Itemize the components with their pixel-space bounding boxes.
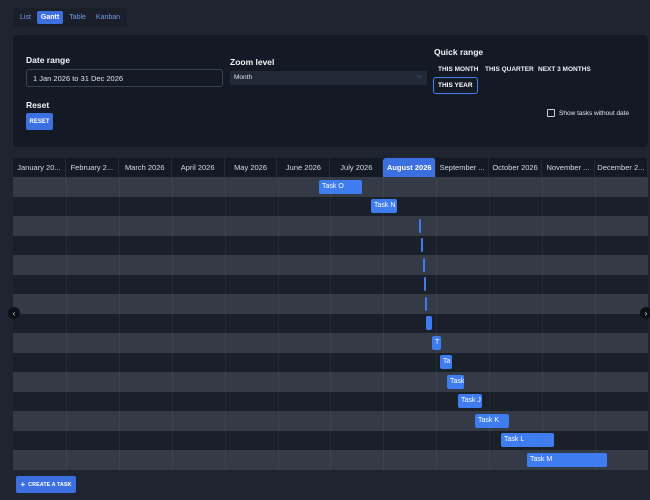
grid-line xyxy=(65,177,67,470)
tab-table[interactable]: Table xyxy=(65,11,90,24)
quick-range-this-year[interactable]: THIS YEAR xyxy=(433,77,478,94)
view-switcher: List Gantt Table Kanban xyxy=(13,8,127,27)
reset-button[interactable]: RESET xyxy=(26,113,53,130)
month-header-cell: June 2026 xyxy=(278,158,331,177)
grid-line xyxy=(383,177,385,470)
month-header-cell: May 2026 xyxy=(225,158,278,177)
task-bar[interactable]: T xyxy=(432,335,441,350)
month-header-cell: July 2026 xyxy=(330,158,384,177)
zoom-level-select[interactable]: Month ⌵ xyxy=(230,71,427,85)
month-header-cell: January 20... xyxy=(13,158,66,177)
task-bar[interactable] xyxy=(424,277,426,291)
zoom-level-value: Month xyxy=(234,74,253,81)
tab-gantt[interactable]: Gantt xyxy=(36,11,64,24)
task-bar[interactable]: Task J xyxy=(458,394,482,408)
show-tasks-without-date-toggle[interactable]: Show tasks without date xyxy=(547,109,629,117)
task-bar[interactable]: Task xyxy=(447,374,464,389)
zoom-level-label: Zoom level xyxy=(230,57,275,67)
month-header-cell: August 2026 xyxy=(383,158,437,177)
show-tasks-checkbox[interactable] xyxy=(547,109,555,117)
month-header-cell: February 2... xyxy=(66,158,119,177)
tab-list[interactable]: List xyxy=(16,11,35,24)
task-bar[interactable]: Task K xyxy=(475,413,509,428)
month-header-cell: November ... xyxy=(542,158,595,177)
month-header-cell: March 2026 xyxy=(119,158,172,177)
gantt-controls-panel: Date range 1 Jan 2026 to 31 Dec 2026 Zoo… xyxy=(13,35,648,147)
grid-line xyxy=(277,177,279,470)
task-bar[interactable]: Task L xyxy=(501,433,554,447)
grid-line xyxy=(118,177,120,470)
task-bar[interactable] xyxy=(419,218,421,233)
grid-line xyxy=(330,177,332,470)
task-bar[interactable]: Ta xyxy=(440,355,452,369)
task-bar[interactable]: Task M xyxy=(527,452,607,467)
grid-line xyxy=(224,177,226,470)
month-header-cell: September ... xyxy=(436,158,490,177)
grid-line xyxy=(171,177,173,470)
month-header: January 20... February 2... March 2026 Apri… xyxy=(13,158,648,177)
date-range-input[interactable]: 1 Jan 2026 to 31 Dec 2026 xyxy=(26,69,223,87)
reset-label: Reset xyxy=(26,100,50,110)
gantt-chart: January 20... February 2... March 2026 Apri… xyxy=(13,158,648,470)
show-tasks-label: Show tasks without date xyxy=(559,109,630,117)
chevron-right-icon[interactable]: › xyxy=(640,307,650,319)
month-header-cell: October 2026 xyxy=(489,158,542,177)
chevron-left-icon[interactable]: ‹ xyxy=(8,307,20,319)
tab-kanban[interactable]: Kanban xyxy=(92,11,124,24)
date-range-label: Date range xyxy=(26,55,70,65)
task-bar[interactable] xyxy=(421,238,423,252)
grid-line xyxy=(594,177,596,470)
quick-range-next-3-months[interactable]: NEXT 3 MONTHS xyxy=(538,66,591,73)
create-task-label: CREATE A TASK xyxy=(28,481,72,488)
task-bar[interactable] xyxy=(425,296,427,311)
month-header-cell: December 2... xyxy=(595,158,648,177)
task-bar[interactable] xyxy=(423,257,425,272)
quick-range-this-quarter[interactable]: THIS QUARTER xyxy=(485,66,534,73)
quick-range-this-month[interactable]: THIS MONTH xyxy=(438,66,478,73)
chevron-down-icon: ⌵ xyxy=(416,73,422,80)
task-bar[interactable]: Task O xyxy=(319,179,362,194)
grid-line xyxy=(436,177,438,470)
grid-line xyxy=(542,177,543,470)
create-task-button[interactable]: + CREATE A TASK xyxy=(16,476,76,493)
task-bar[interactable]: Task N xyxy=(371,199,397,213)
quick-range-label: Quick range xyxy=(434,47,484,57)
task-bar[interactable] xyxy=(426,316,432,330)
month-header-cell: April 2026 xyxy=(172,158,225,177)
plus-icon: + xyxy=(20,480,26,489)
